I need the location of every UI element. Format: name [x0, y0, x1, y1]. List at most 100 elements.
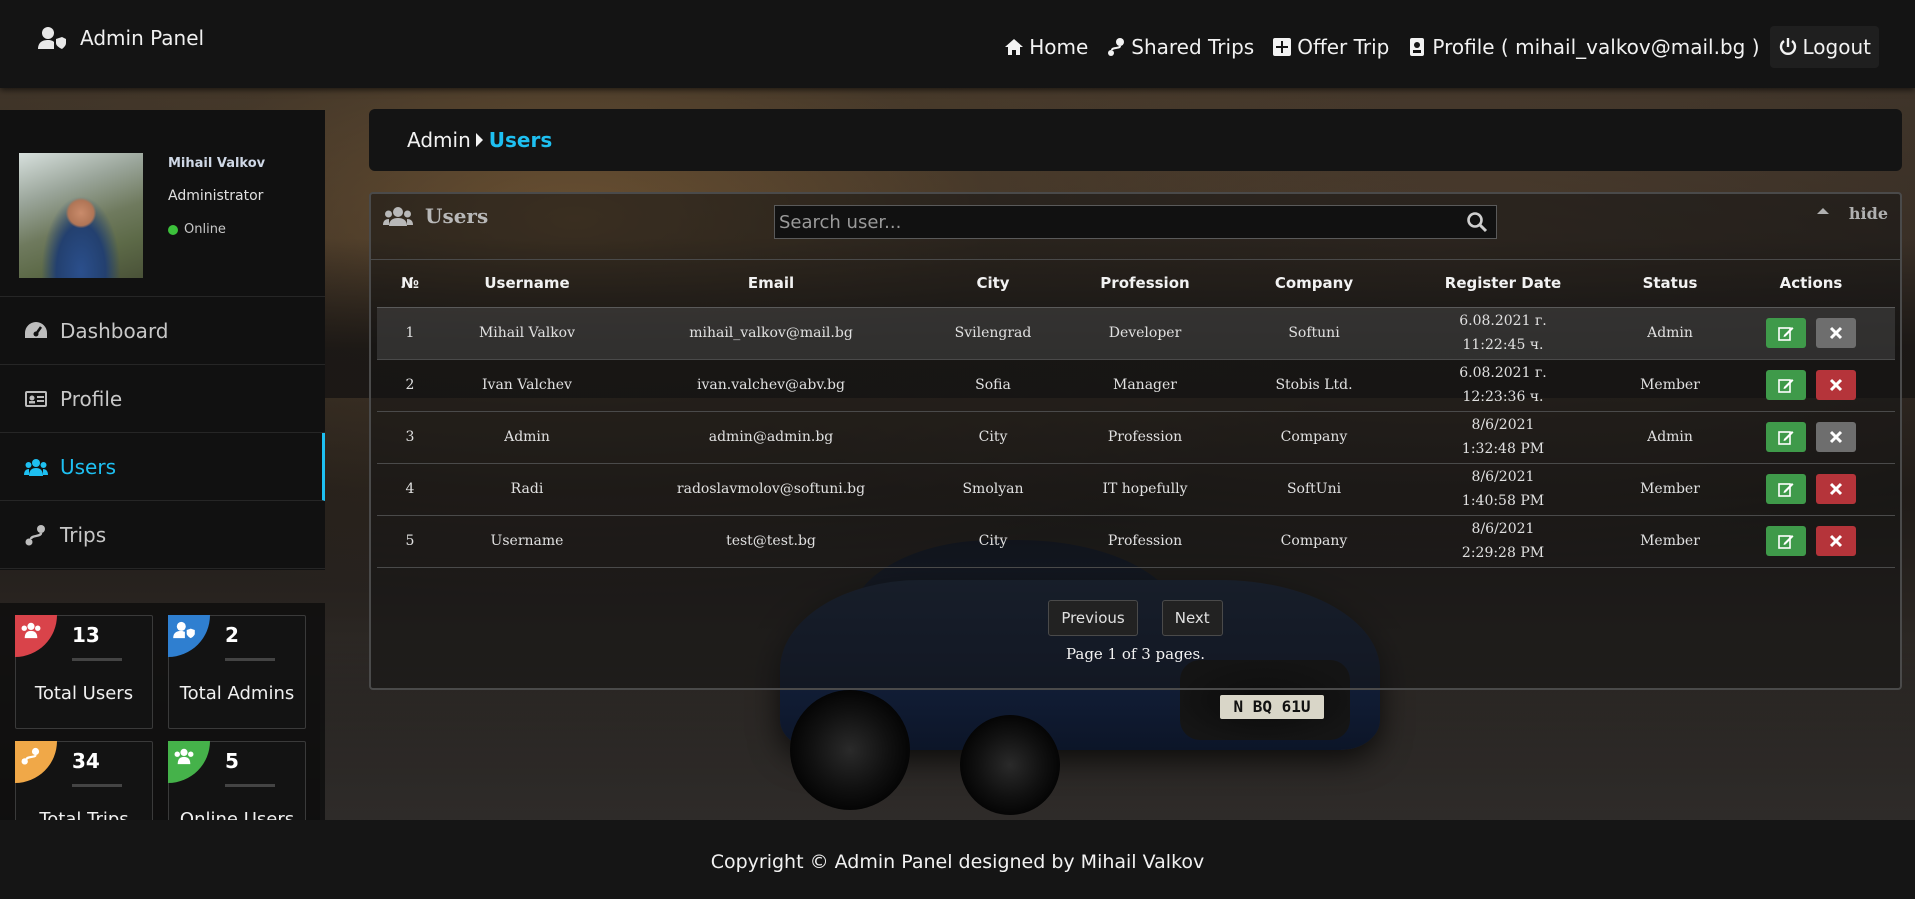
- search-input[interactable]: [775, 206, 1466, 238]
- cell-actions: [1727, 515, 1895, 568]
- car-wheel: [960, 715, 1060, 815]
- date-text: 8/6/2021: [1471, 417, 1535, 433]
- cell-actions: [1727, 307, 1895, 360]
- table-row[interactable]: 1 Mihail Valkov mihail_valkov@mail.bg Sv…: [377, 307, 1895, 360]
- cell-email: ivan.valchev@abv.bg: [611, 359, 931, 412]
- column-header: City: [931, 260, 1055, 308]
- hide-button[interactable]: hide: [1816, 204, 1888, 223]
- stat-divider: [225, 658, 275, 661]
- edit-button[interactable]: [1766, 526, 1806, 556]
- search-icon[interactable]: [1466, 211, 1488, 233]
- cell-city: Sofia: [931, 359, 1055, 412]
- nav-offer-trip-label: Offer Trip: [1297, 35, 1390, 59]
- column-header: Email: [611, 260, 931, 308]
- stat-corner: [15, 615, 57, 657]
- cell-company: Stobis Ltd.: [1235, 359, 1393, 412]
- cell-actions: [1727, 411, 1895, 464]
- cell-status: Member: [1613, 359, 1727, 412]
- caret-right-icon: [475, 133, 483, 147]
- column-header: Profession: [1055, 260, 1235, 308]
- cell-city: Svilengrad: [931, 307, 1055, 360]
- user-card: Mihail Valkov Administrator Online: [0, 110, 325, 297]
- cell-register-date: 6.08.2021 г. 12:23:36 ч.: [1393, 359, 1613, 412]
- user-shield-icon: [38, 27, 66, 49]
- column-header: Username: [443, 260, 611, 308]
- edit-button[interactable]: [1766, 370, 1806, 400]
- cell-status: Member: [1613, 463, 1727, 516]
- stat-divider: [72, 784, 122, 787]
- table-row[interactable]: 3 Admin admin@admin.bg City Profession C…: [377, 411, 1895, 464]
- stat-divider: [72, 658, 122, 661]
- user-status: Online: [168, 222, 226, 237]
- sidebar-item-users[interactable]: Users: [0, 433, 325, 501]
- close-icon: [1829, 534, 1843, 548]
- users-icon: [21, 622, 41, 639]
- edit-button[interactable]: [1766, 318, 1806, 348]
- cell-username: Mihail Valkov: [443, 307, 611, 360]
- cell-username: Radi: [443, 463, 611, 516]
- table-row[interactable]: 5 Username test@test.bg City Profession …: [377, 515, 1895, 568]
- edit-button[interactable]: [1766, 422, 1806, 452]
- column-header: Company: [1235, 260, 1393, 308]
- close-icon: [1829, 378, 1843, 392]
- users-panel: Users hide № Username Email City Profess…: [369, 192, 1902, 690]
- cell-email: test@test.bg: [611, 515, 931, 568]
- breadcrumb: Admin Users: [369, 109, 1902, 171]
- delete-button[interactable]: [1816, 474, 1856, 504]
- cell-username: Username: [443, 515, 611, 568]
- delete-button-disabled: [1816, 422, 1856, 452]
- cell-status: Admin: [1613, 411, 1727, 464]
- cell-company: Softuni: [1235, 307, 1393, 360]
- main-nav: Home Shared Trips Offer Trip Profile ( m…: [986, 26, 1879, 68]
- user-shield-icon: [173, 621, 195, 639]
- cell-register-date: 8/6/2021 1:32:48 PM: [1393, 411, 1613, 464]
- cell-profession: Manager: [1055, 359, 1235, 412]
- cell-register-date: 6.08.2021 г. 11:22:45 ч.: [1393, 307, 1613, 360]
- sidebar-item-label: Trips: [60, 522, 107, 547]
- delete-button[interactable]: [1816, 370, 1856, 400]
- nav-profile-label: Profile ( mihail_valkov@mail.bg ): [1432, 35, 1760, 59]
- plus-square-icon: [1273, 38, 1292, 56]
- previous-button[interactable]: Previous: [1048, 600, 1138, 636]
- nav-profile[interactable]: Profile ( mihail_valkov@mail.bg ): [1407, 26, 1760, 68]
- close-icon: [1829, 326, 1843, 340]
- edit-icon: [1778, 535, 1794, 549]
- cell-register-date: 8/6/2021 2:29:28 PM: [1393, 515, 1613, 568]
- cell-username: Admin: [443, 411, 611, 464]
- edit-button[interactable]: [1766, 474, 1806, 504]
- delete-button-disabled: [1816, 318, 1856, 348]
- sidebar-item-trips[interactable]: Trips: [0, 501, 325, 569]
- logout-button[interactable]: Logout: [1769, 26, 1879, 68]
- nav-home-label: Home: [1029, 35, 1089, 59]
- hide-label: hide: [1848, 204, 1888, 223]
- breadcrumb-parent[interactable]: Admin: [407, 128, 471, 152]
- table-row[interactable]: 4 Radi radoslavmolov@softuni.bg Smolyan …: [377, 463, 1895, 516]
- cell-city: City: [931, 411, 1055, 464]
- panel-title: Users: [383, 204, 488, 228]
- nav-offer-trip[interactable]: Offer Trip: [1272, 26, 1389, 68]
- table-row[interactable]: 2 Ivan Valchev ivan.valchev@abv.bg Sofia…: [377, 359, 1895, 412]
- caret-up-icon: [1816, 207, 1829, 214]
- date-text: 8/6/2021: [1471, 521, 1535, 537]
- user-role: Administrator: [168, 188, 264, 204]
- time-text: 2:29:28 PM: [1461, 545, 1545, 561]
- sidebar-item-profile[interactable]: Profile: [0, 365, 325, 433]
- logout-label: Logout: [1802, 35, 1871, 59]
- home-icon: [1005, 39, 1024, 55]
- page-info: Page 1 of 3 pages.: [1065, 645, 1206, 663]
- time-text: 11:22:45 ч.: [1462, 337, 1544, 353]
- car-wheel: [790, 690, 910, 810]
- users-icon: [383, 207, 413, 226]
- next-button[interactable]: Next: [1161, 600, 1223, 636]
- delete-button[interactable]: [1816, 526, 1856, 556]
- column-header: №: [377, 260, 443, 308]
- date-text: 6.08.2021 г.: [1459, 365, 1547, 381]
- brand[interactable]: Admin Panel: [38, 26, 204, 50]
- edit-icon: [1778, 483, 1794, 497]
- cell-company: Company: [1235, 411, 1393, 464]
- stat-label: Total Users: [34, 683, 134, 704]
- nav-home[interactable]: Home: [1004, 26, 1088, 68]
- stat-corner: [168, 615, 210, 657]
- sidebar-item-dashboard[interactable]: Dashboard: [0, 297, 325, 365]
- nav-shared-trips[interactable]: Shared Trips: [1106, 26, 1254, 68]
